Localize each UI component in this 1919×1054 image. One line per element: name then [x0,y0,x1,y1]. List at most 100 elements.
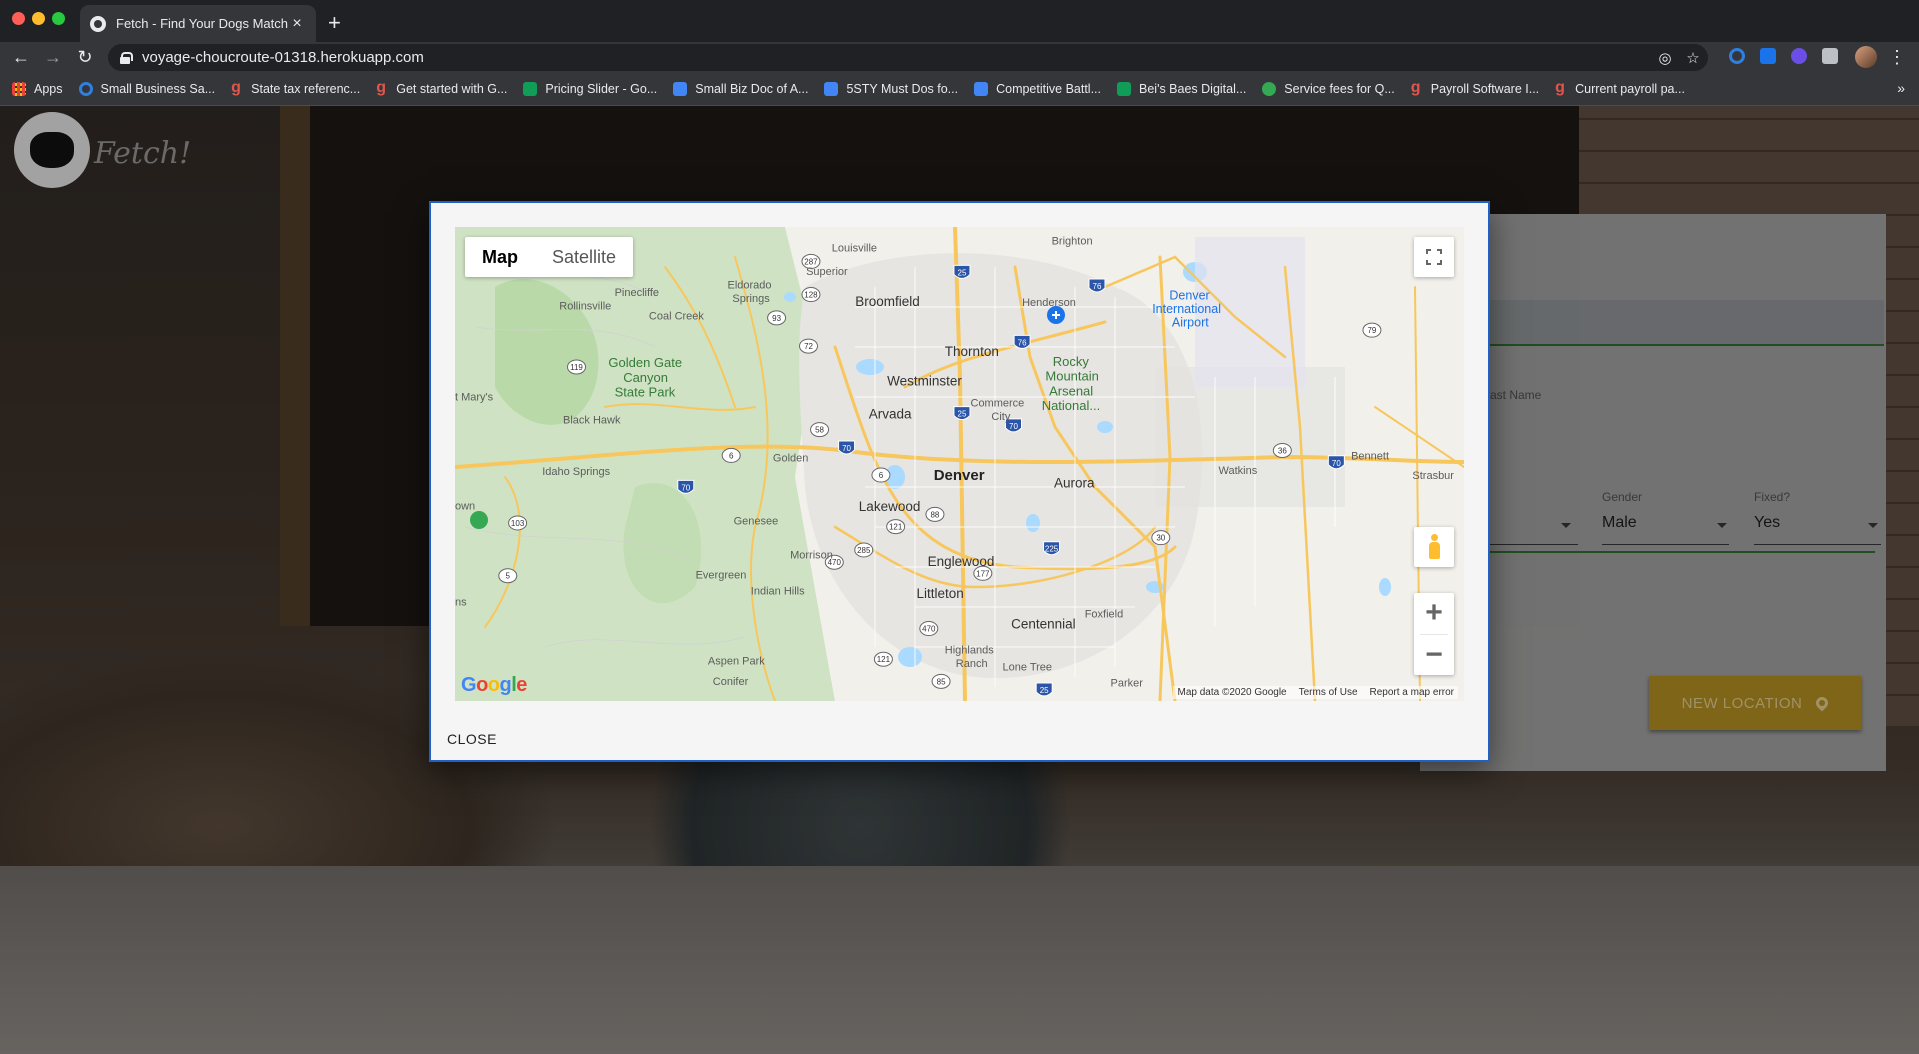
map-place-label[interactable]: Springs [732,293,770,305]
reload-icon[interactable]: ↻ [74,46,96,68]
address-bar[interactable]: voyage-choucroute-01318.herokuapp.com ◎ … [108,44,1708,71]
map-place-label[interactable]: Brighton [1052,235,1093,247]
map-place-label[interactable]: Idaho Springs [542,466,610,478]
map-place-label[interactable]: Lone Tree [1003,662,1053,674]
bookmark-item[interactable]: g Payroll Software I... [1411,79,1539,96]
map-type-map-button[interactable]: Map [465,237,535,277]
map-place-label[interactable]: Morrison [790,550,833,562]
back-arrow-icon[interactable]: ← [10,46,32,68]
window-minimize-dot[interactable] [32,12,45,25]
extensions-puzzle-icon[interactable] [1822,48,1838,64]
route-shield-icon: 121 [886,519,906,535]
map-place-label[interactable]: Conifer [713,676,749,688]
map-place-label[interactable]: ns [455,596,467,608]
map-place-label[interactable]: Canyon [623,370,668,385]
map-place-label[interactable]: Highlands [945,644,994,656]
bookmark-item[interactable]: g State tax referenc... [231,79,360,96]
google-map[interactable]: 287 25 76 93 128 72 76 119 79 25 70 58 70 6 70 6 36 70 88 1… [455,227,1464,701]
bookmark-label: Get started with G... [396,81,508,96]
map-place-label[interactable]: Black Hawk [563,415,621,427]
map-canvas[interactable]: 287 25 76 93 128 72 76 119 79 25 70 58 70 6 70 6 36 70 88 1… [455,227,1464,701]
bookmarks-overflow-icon[interactable]: » [1897,80,1905,96]
map-place-label[interactable]: National... [1042,398,1101,413]
map-place-label[interactable]: Foxfield [1085,609,1124,621]
window-maximize-dot[interactable] [52,12,65,25]
map-place-label[interactable]: Bennett [1351,450,1389,462]
window-close-dot[interactable] [12,12,25,25]
map-place-label[interactable]: Genesee [734,515,779,527]
street-view-pegman-button[interactable] [1414,527,1454,567]
map-place-label[interactable]: Thornton [945,344,999,359]
map-place-label[interactable]: Commerce [971,398,1025,410]
map-place-label[interactable]: Arvada [869,407,912,422]
zoom-out-button[interactable]: − [1414,635,1454,675]
bookmark-item[interactable]: g Current payroll pa... [1555,79,1685,96]
map-place-label[interactable]: Ranch [956,658,988,670]
bookmark-item[interactable]: Competitive Battl... [974,81,1101,96]
bookmark-item[interactable]: Pricing Slider - Go... [523,81,657,96]
profile-avatar[interactable] [1855,46,1877,68]
map-place-label[interactable]: International [1152,302,1221,316]
map-place-label[interactable]: Airport [1172,316,1209,330]
bookmark-item[interactable]: g Get started with G... [376,79,508,96]
google-logo[interactable]: Google [461,674,527,697]
map-place-label[interactable]: Arsenal [1049,383,1093,398]
map-place-label[interactable]: Superior [806,266,848,278]
bookmark-item[interactable]: Small Business Sa... [78,81,215,96]
bookmark-item[interactable]: 5STY Must Dos fo... [824,81,958,96]
map-type-satellite-button[interactable]: Satellite [535,237,633,277]
map-place-label[interactable]: Pinecliffe [615,287,659,299]
extension-calendar-icon[interactable] [1760,48,1776,64]
map-place-label[interactable]: Littleton [917,586,964,601]
map-place-label[interactable]: Aurora [1054,476,1095,491]
map-place-label[interactable]: Coal Creek [649,310,705,322]
map-place-label[interactable]: Broomfield [855,294,920,309]
bookmark-item[interactable]: Small Biz Doc of A... [673,81,808,96]
map-place-label[interactable]: Denver [1169,289,1209,303]
lock-icon[interactable] [120,52,133,64]
fullscreen-button[interactable] [1414,237,1454,277]
bookmark-item[interactable]: Service fees for Q... [1262,81,1395,96]
report-map-error-link[interactable]: Report a map error [1370,687,1454,698]
map-place-label[interactable]: Indian Hills [751,585,805,597]
forward-arrow-icon[interactable]: → [42,46,64,68]
map-place-label[interactable]: Aspen Park [708,655,765,667]
route-shield-icon: 72 [799,338,819,354]
map-place-label[interactable]: City [991,411,1010,423]
map-place-label[interactable]: State Park [615,385,676,400]
map-place-label[interactable]: Evergreen [696,569,747,581]
map-place-label[interactable]: Denver [934,467,985,484]
map-place-label[interactable]: Rocky [1053,354,1090,369]
map-place-label[interactable]: Henderson [1022,297,1076,309]
map-place-label[interactable]: Parker [1111,677,1144,689]
bookmark-star-icon[interactable]: ☆ [1684,50,1702,68]
map-place-label[interactable]: Mountain [1045,369,1098,384]
bookmark-item[interactable]: Apps [12,81,63,96]
browser-tab[interactable]: Fetch - Find Your Dogs Match × [80,5,316,42]
map-place-label[interactable]: Golden [773,453,808,465]
map-place-label[interactable]: Englewood [928,554,995,569]
url-text[interactable]: voyage-choucroute-01318.herokuapp.com [142,49,424,66]
chrome-menu-icon[interactable]: ⋮ [1886,46,1908,68]
map-place-label[interactable]: Watkins [1219,465,1258,477]
map-place-label[interactable]: Eldorado [728,280,772,292]
map-place-label[interactable]: Rollinsville [559,301,611,313]
map-place-label[interactable]: Lakewood [859,499,921,514]
map-place-label[interactable]: Westminster [887,374,962,389]
map-place-label[interactable]: Louisville [832,243,877,255]
map-place-label[interactable]: t Mary's [455,391,494,403]
map-place-label[interactable]: own [455,501,475,513]
tab-title: Fetch - Find Your Dogs Match [116,16,288,31]
map-place-label[interactable]: Centennial [1011,617,1076,632]
extension-ring-icon[interactable] [1729,48,1745,64]
map-place-label[interactable]: Strasbur [1412,470,1454,482]
zoom-in-button[interactable]: + [1414,593,1454,633]
close-modal-button[interactable]: CLOSE [447,731,497,747]
bookmark-item[interactable]: Bei's Baes Digital... [1117,81,1246,96]
location-target-icon[interactable]: ◎ [1656,50,1674,68]
map-place-label[interactable]: Golden Gate [608,355,682,370]
tab-close-icon[interactable]: × [288,15,306,33]
extension-shield-icon[interactable] [1791,48,1807,64]
terms-of-use-link[interactable]: Terms of Use [1299,687,1358,698]
new-tab-icon[interactable]: + [328,10,341,36]
